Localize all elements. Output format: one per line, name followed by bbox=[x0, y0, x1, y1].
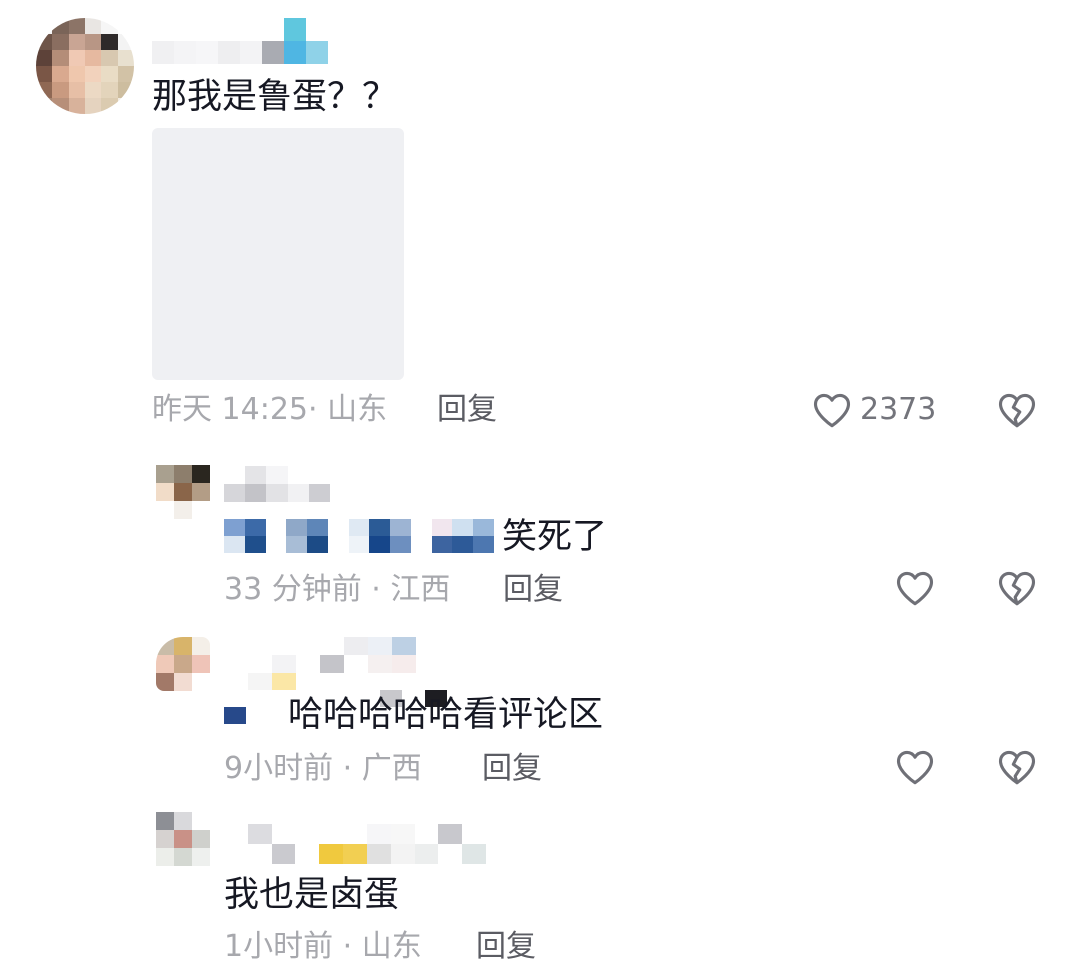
broken-heart-icon[interactable] bbox=[995, 567, 1039, 611]
comment-meta: 9小时前 · 广西 bbox=[224, 751, 422, 786]
comment-text: 笑死了 bbox=[502, 517, 608, 557]
comment-text: 那我是鲁蛋？？ bbox=[152, 77, 398, 117]
like-count: 2373 bbox=[860, 392, 937, 427]
username[interactable] bbox=[224, 637, 416, 691]
reply-button[interactable]: 回复 bbox=[437, 392, 497, 428]
comment-image[interactable] bbox=[152, 128, 404, 380]
reply-button[interactable]: 回复 bbox=[482, 751, 542, 787]
bottom-fade-overlay bbox=[860, 880, 1079, 960]
username[interactable] bbox=[224, 466, 330, 502]
heart-outline-icon[interactable] bbox=[893, 567, 937, 611]
heart-outline-icon[interactable] bbox=[893, 746, 937, 790]
username[interactable] bbox=[224, 824, 486, 864]
broken-heart-icon[interactable] bbox=[995, 746, 1039, 790]
comment-text: 我也是卤蛋 bbox=[224, 875, 400, 915]
avatar[interactable] bbox=[156, 812, 210, 866]
comment-text: 哈哈哈哈哈看评论区 bbox=[288, 695, 604, 735]
broken-heart-icon[interactable] bbox=[995, 389, 1039, 433]
comment-meta: 33 分钟前 · 江西 bbox=[224, 572, 451, 607]
reply-button[interactable]: 回复 bbox=[503, 572, 563, 608]
avatar[interactable] bbox=[156, 637, 210, 691]
avatar[interactable] bbox=[156, 465, 210, 519]
heart-outline-icon[interactable] bbox=[810, 389, 854, 433]
mention-link[interactable] bbox=[224, 519, 494, 553]
comment-meta: 昨天 14:25· 山东 bbox=[152, 392, 388, 427]
username[interactable] bbox=[152, 18, 328, 64]
avatar[interactable] bbox=[36, 18, 134, 114]
